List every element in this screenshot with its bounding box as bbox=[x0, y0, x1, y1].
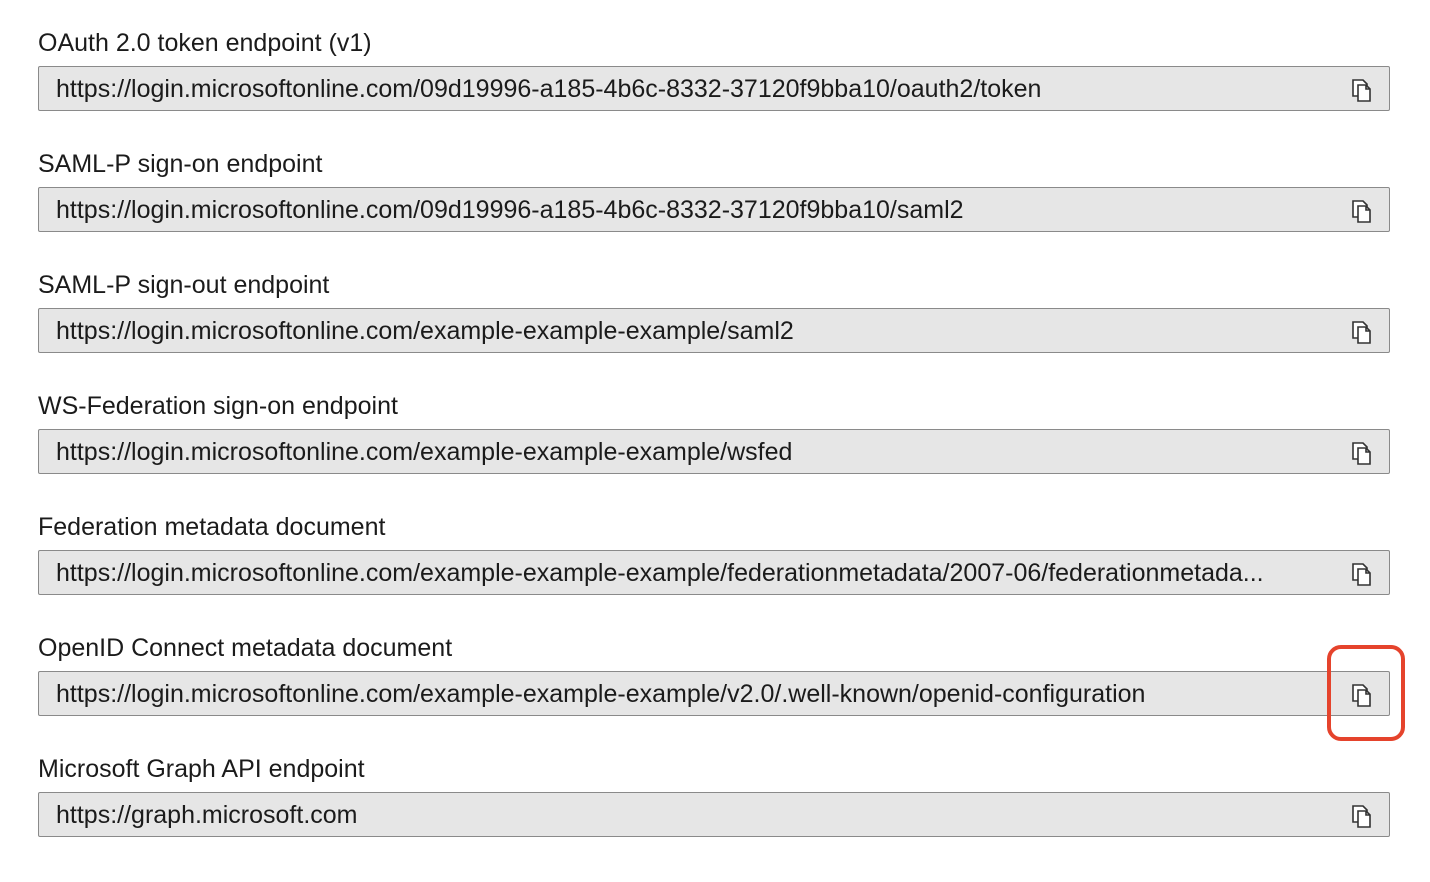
field-value[interactable]: https://login.microsoftonline.com/09d199… bbox=[56, 188, 1319, 231]
graph-api-endpoint-field[interactable]: https://graph.microsoft.com bbox=[38, 792, 1390, 837]
copy-icon bbox=[1352, 79, 1371, 102]
field-label: SAML-P sign-out endpoint bbox=[38, 271, 330, 299]
wsfed-signon-endpoint-group: WS-Federation sign-on endpoint https://l… bbox=[38, 389, 1392, 510]
field-value[interactable]: https://login.microsoftonline.com/exampl… bbox=[56, 309, 1319, 352]
copy-button[interactable] bbox=[1349, 439, 1375, 465]
field-value[interactable]: https://login.microsoftonline.com/exampl… bbox=[56, 551, 1319, 594]
graph-api-endpoint-group: Microsoft Graph API endpoint https://gra… bbox=[38, 752, 1392, 873]
saml-signout-endpoint-field[interactable]: https://login.microsoftonline.com/exampl… bbox=[38, 308, 1390, 353]
copy-button[interactable] bbox=[1349, 197, 1375, 223]
oauth-token-endpoint-group: OAuth 2.0 token endpoint (v1) https://lo… bbox=[38, 26, 1392, 147]
wsfed-signon-endpoint-field[interactable]: https://login.microsoftonline.com/exampl… bbox=[38, 429, 1390, 474]
field-value[interactable]: https://login.microsoftonline.com/09d199… bbox=[56, 67, 1319, 110]
oauth-token-endpoint-field[interactable]: https://login.microsoftonline.com/09d199… bbox=[38, 66, 1390, 111]
openid-metadata-field[interactable]: https://login.microsoftonline.com/exampl… bbox=[38, 671, 1390, 716]
federation-metadata-field[interactable]: https://login.microsoftonline.com/exampl… bbox=[38, 550, 1390, 595]
openid-metadata-group: OpenID Connect metadata document https:/… bbox=[38, 631, 1392, 752]
copy-button[interactable] bbox=[1349, 681, 1375, 707]
field-value[interactable]: https://graph.microsoft.com bbox=[56, 793, 1319, 836]
saml-signon-endpoint-group: SAML-P sign-on endpoint https://login.mi… bbox=[38, 147, 1392, 268]
copy-button[interactable] bbox=[1349, 76, 1375, 102]
field-value[interactable]: https://login.microsoftonline.com/exampl… bbox=[56, 430, 1319, 473]
field-label: WS-Federation sign-on endpoint bbox=[38, 392, 398, 420]
copy-icon bbox=[1352, 684, 1371, 707]
field-label: Microsoft Graph API endpoint bbox=[38, 755, 365, 783]
federation-metadata-group: Federation metadata document https://log… bbox=[38, 510, 1392, 631]
copy-icon bbox=[1352, 805, 1371, 828]
copy-button[interactable] bbox=[1349, 318, 1375, 344]
saml-signon-endpoint-field[interactable]: https://login.microsoftonline.com/09d199… bbox=[38, 187, 1390, 232]
copy-icon bbox=[1352, 563, 1371, 586]
field-label: OAuth 2.0 token endpoint (v1) bbox=[38, 29, 372, 57]
field-value[interactable]: https://login.microsoftonline.com/exampl… bbox=[56, 672, 1319, 715]
copy-icon bbox=[1352, 442, 1371, 465]
copy-icon bbox=[1352, 200, 1371, 223]
field-label: SAML-P sign-on endpoint bbox=[38, 150, 323, 178]
field-label: OpenID Connect metadata document bbox=[38, 634, 453, 662]
copy-button[interactable] bbox=[1349, 560, 1375, 586]
endpoint-list: OAuth 2.0 token endpoint (v1) https://lo… bbox=[38, 26, 1392, 873]
copy-icon bbox=[1352, 321, 1371, 344]
copy-button[interactable] bbox=[1349, 802, 1375, 828]
field-label: Federation metadata document bbox=[38, 513, 386, 541]
saml-signout-endpoint-group: SAML-P sign-out endpoint https://login.m… bbox=[38, 268, 1392, 389]
